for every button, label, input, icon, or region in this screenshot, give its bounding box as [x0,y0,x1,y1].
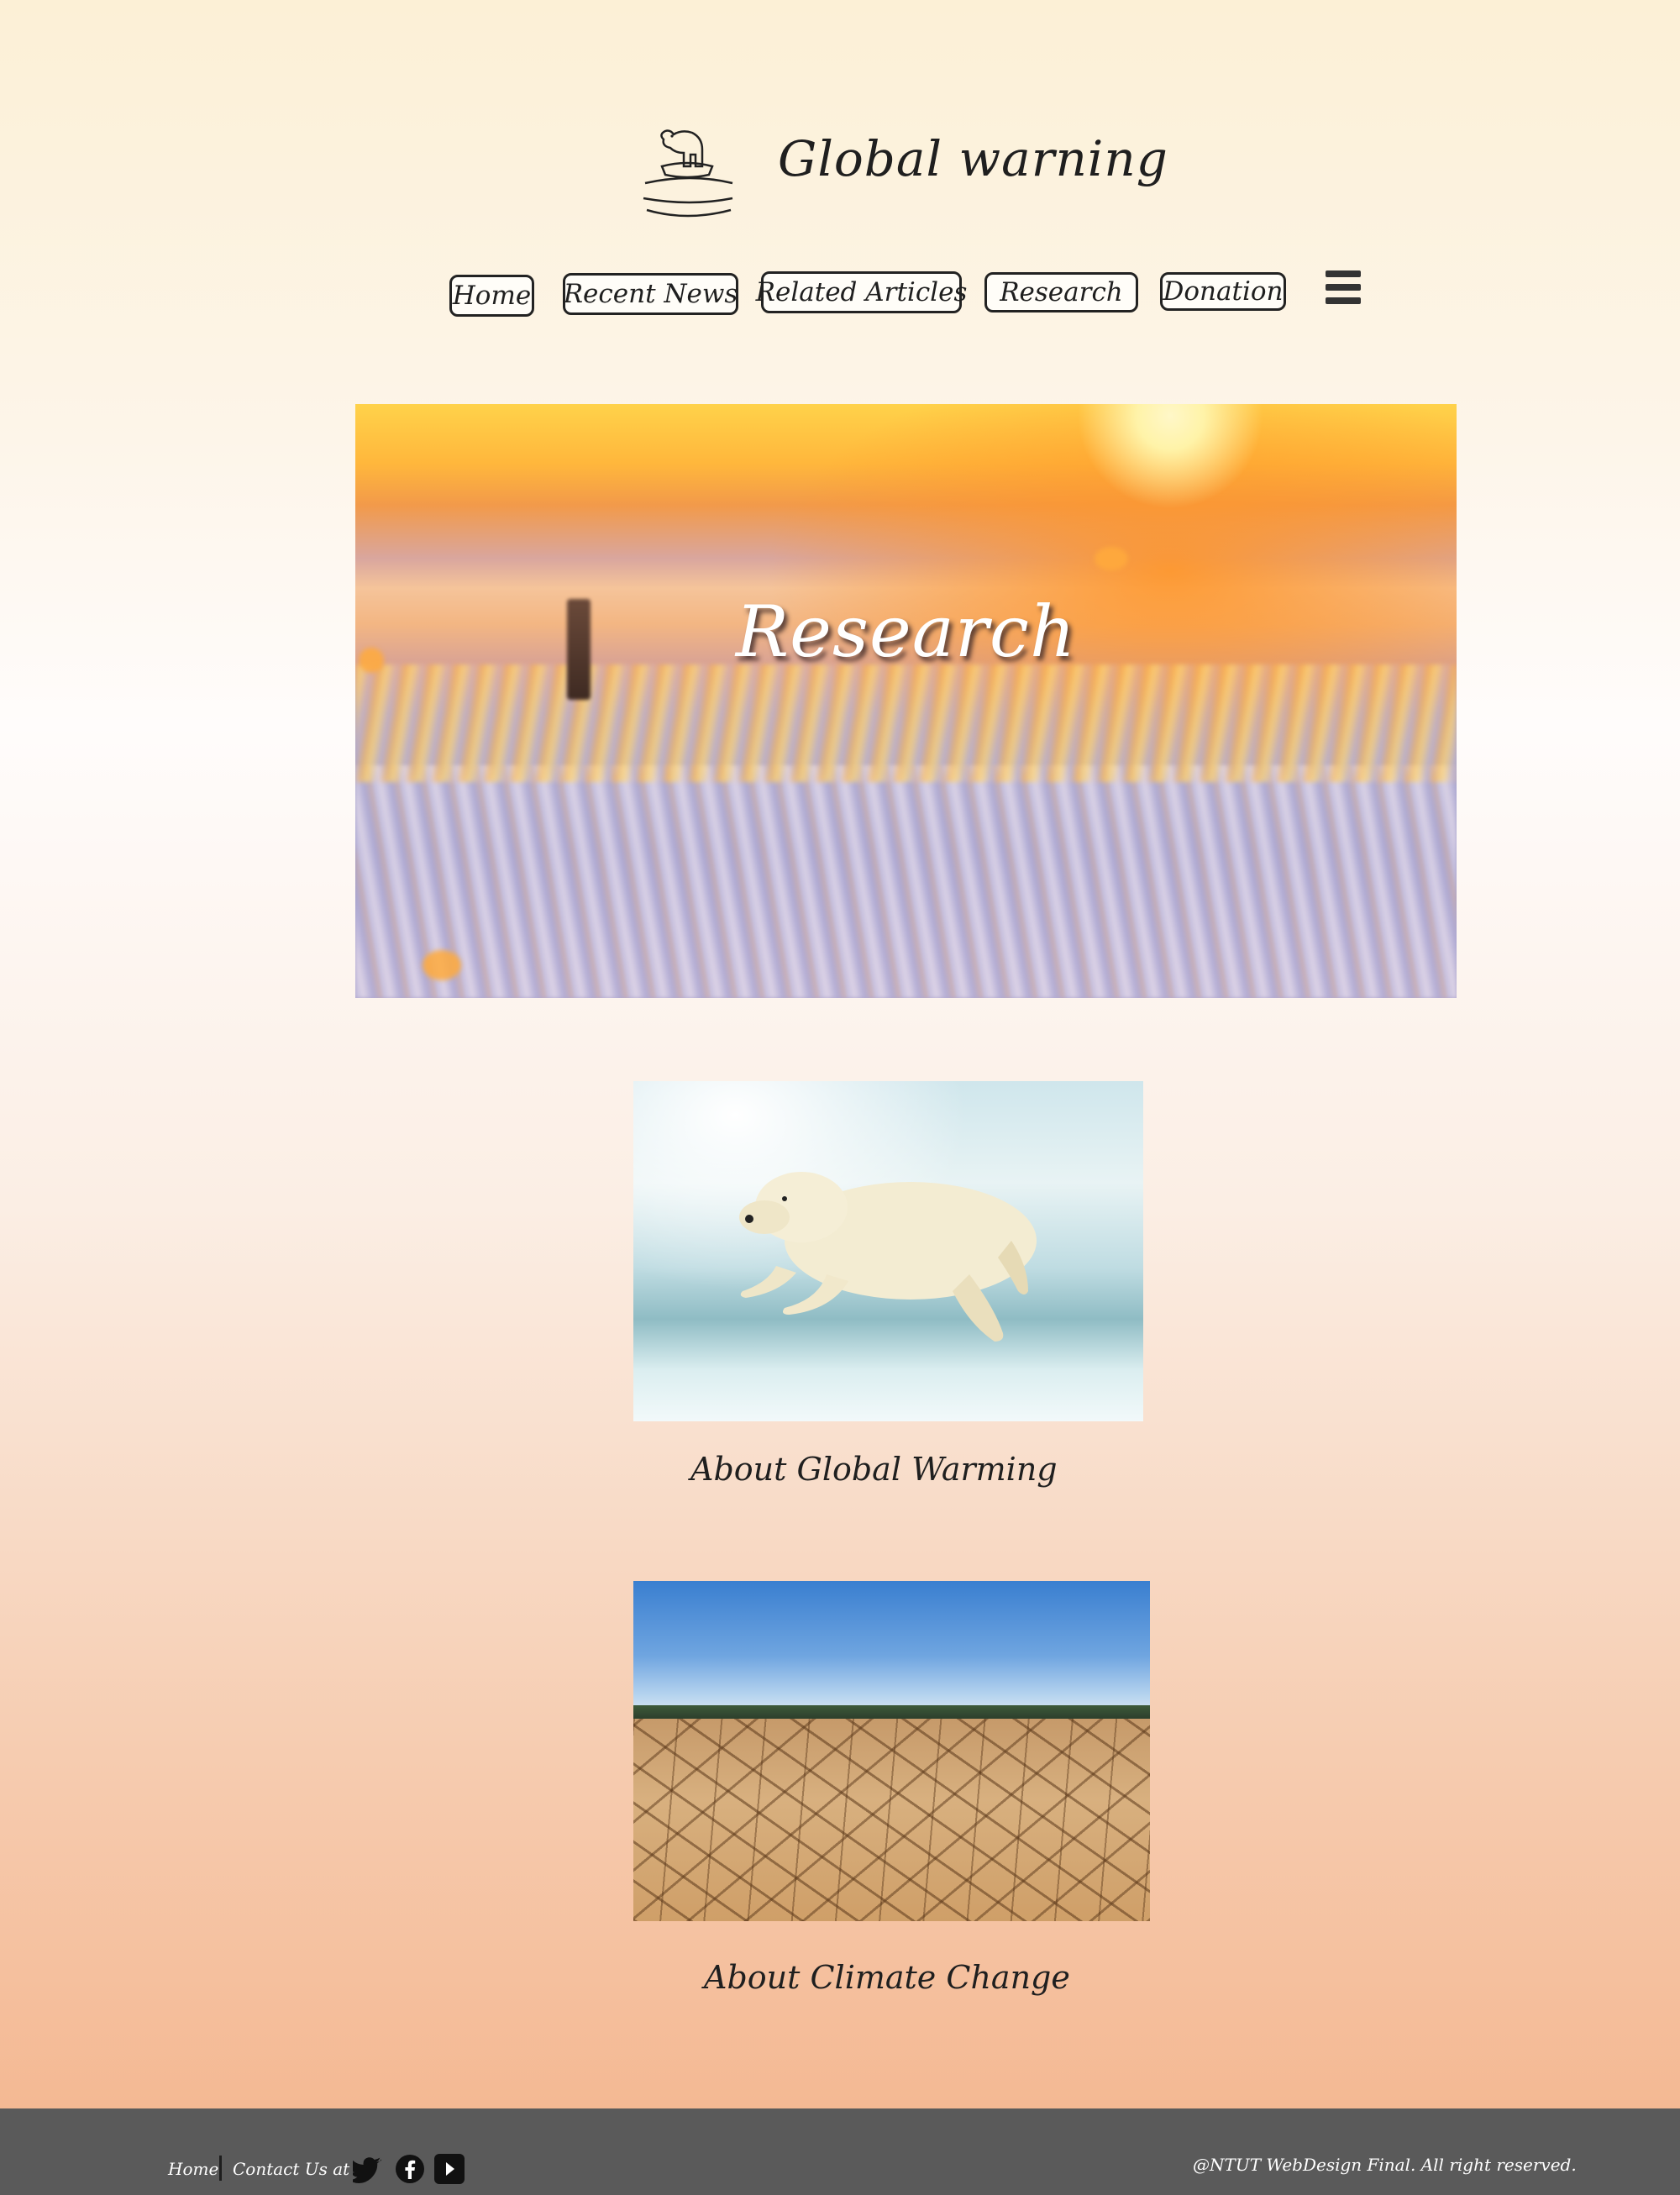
cracked-earth [633,1719,1150,1921]
facebook-icon[interactable] [395,2154,425,2184]
copyright-text: @NTUT WebDesign Final. All right reserve… [1193,2155,1577,2175]
nav-recent-news[interactable]: Recent News [563,273,738,315]
nav-donation[interactable]: Donation [1160,272,1286,311]
play-icon[interactable] [434,2154,465,2184]
nav-home[interactable]: Home [449,275,534,317]
hero-snow-foreground [355,765,1457,998]
polar-bear-logo-icon [643,129,733,218]
hero-banner: Research [355,404,1457,998]
hero-frost-crystals [355,664,1457,782]
about-climate-change-link[interactable]: About Climate Change [704,1959,1070,1996]
nav-related-articles[interactable]: Related Articles [756,271,967,313]
hero-light-glow [1095,547,1128,570]
site-logo[interactable] [638,116,738,218]
hero-light-glow [423,950,461,980]
hero-title: Research [735,591,1077,673]
footer-divider [219,2156,222,2181]
global-warming-image[interactable] [633,1081,1143,1421]
polar-bear-image [739,1172,1037,1342]
tree-line [633,1705,1150,1719]
about-global-warming-link[interactable]: About Global Warming [690,1451,1058,1488]
footer: Home Contact Us at @NTUT WebDesign Final… [0,2108,1680,2195]
hamburger-menu-icon[interactable] [1326,270,1361,304]
nav-research[interactable]: Research [984,272,1138,312]
footer-contact-label: Contact Us at [233,2159,350,2179]
twitter-icon[interactable] [353,2154,383,2184]
site-title: Global warning [778,130,1168,187]
climate-change-image[interactable] [633,1581,1150,1921]
footer-home-link[interactable]: Home [168,2159,218,2179]
